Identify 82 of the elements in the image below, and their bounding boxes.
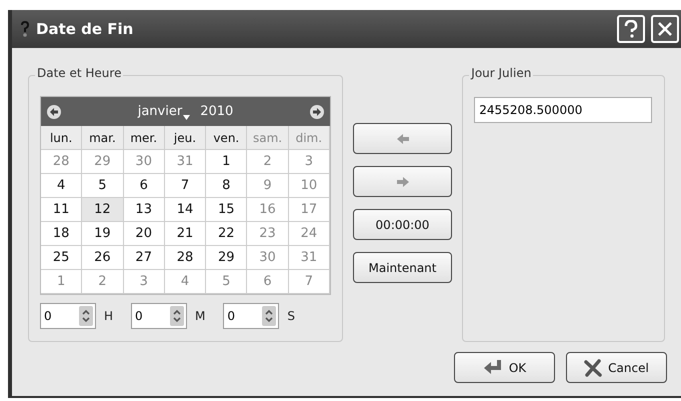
day-cell[interactable]: 28 [164, 246, 206, 270]
question-mark-icon [624, 20, 638, 38]
unit-label: M [195, 308, 206, 325]
day-cell[interactable]: 30 [247, 246, 289, 270]
day-cell[interactable]: 3 [288, 150, 330, 174]
day-cell[interactable]: 20 [124, 222, 165, 246]
day-cell[interactable]: 29 [82, 150, 124, 174]
day-cell[interactable]: 25 [41, 246, 82, 270]
day-cell[interactable]: 30 [124, 150, 165, 174]
julian-day-field[interactable]: 2455208.500000 [474, 97, 652, 123]
left-arrow-button[interactable] [353, 123, 452, 154]
help-icon [20, 20, 30, 38]
year-label[interactable]: 2010 [200, 102, 234, 122]
close-icon [657, 21, 673, 37]
weekday-header: jeu. [164, 126, 206, 150]
day-cell[interactable]: 24 [288, 222, 330, 246]
day-cell[interactable]: 27 [124, 246, 165, 270]
spin-box[interactable]: 0 [131, 303, 188, 329]
day-cell[interactable]: 6 [124, 174, 165, 198]
day-cell[interactable]: 26 [82, 246, 124, 270]
day-cell[interactable]: 3 [124, 270, 165, 294]
spin-arrows-icon[interactable] [262, 306, 276, 326]
day-cell[interactable]: 21 [164, 222, 206, 246]
weekday-header: mer. [124, 126, 165, 150]
spin-arrows-icon[interactable] [79, 306, 93, 326]
group-label: Jour Julien [469, 67, 534, 79]
day-cell[interactable]: 5 [206, 270, 248, 294]
day-cell[interactable]: 8 [206, 174, 248, 198]
day-cell[interactable]: 14 [164, 198, 206, 222]
spin-arrows-icon[interactable] [170, 306, 184, 326]
spin-box[interactable]: 0 [40, 303, 96, 329]
day-cell[interactable]: 12 [82, 198, 124, 222]
day-cell[interactable]: 31 [164, 150, 206, 174]
cross-icon [584, 358, 602, 376]
unit-label: H [104, 308, 114, 325]
weekday-header: sam. [247, 126, 289, 150]
cancel-button[interactable]: Cancel [566, 352, 667, 383]
day-cell[interactable]: 11 [41, 198, 82, 222]
close-button[interactable] [651, 15, 679, 43]
day-cell[interactable]: 7 [164, 174, 206, 198]
left-arrow-icon [396, 132, 410, 144]
caret-icon [183, 115, 190, 120]
day-cell[interactable]: 29 [206, 246, 248, 270]
help-button[interactable] [617, 15, 645, 43]
spin-box[interactable]: 0 [223, 303, 280, 329]
weekday-header: dim. [288, 126, 330, 150]
day-cell[interactable]: 23 [247, 222, 289, 246]
day-cell[interactable]: 6 [247, 270, 289, 294]
day-cell[interactable]: 4 [164, 270, 206, 294]
day-cell[interactable]: 5 [82, 174, 124, 198]
day-cell[interactable]: 2 [247, 150, 289, 174]
day-cell[interactable]: 1 [41, 270, 82, 294]
day-cell[interactable]: 10 [288, 174, 330, 198]
day-cell[interactable]: 19 [82, 222, 124, 246]
day-cell[interactable]: 18 [41, 222, 82, 246]
ok-button[interactable]: OK [454, 352, 555, 383]
window-title: Date de Fin [36, 18, 134, 40]
day-cell[interactable]: 2 [82, 270, 124, 294]
enter-arrow-icon [482, 358, 503, 376]
month-dropdown[interactable]: janvier [138, 102, 190, 122]
previous-month-button[interactable] [47, 104, 61, 118]
day-cell[interactable]: 9 [247, 174, 289, 198]
day-cell[interactable]: 13 [124, 198, 165, 222]
day-cell[interactable]: 16 [247, 198, 289, 222]
weekday-header: ven. [206, 126, 248, 150]
next-month-button[interactable] [310, 104, 324, 118]
day-cell[interactable]: 4 [41, 174, 82, 198]
weekday-header: mar. [82, 126, 124, 150]
unit-label: S [287, 308, 296, 325]
right-arrow-button[interactable] [353, 166, 452, 197]
action-button[interactable]: 00:00:00 [353, 209, 452, 240]
day-cell[interactable]: 17 [288, 198, 330, 222]
action-button[interactable]: Maintenant [353, 252, 452, 283]
right-arrow-icon [396, 176, 410, 188]
day-cell[interactable]: 31 [288, 246, 330, 270]
day-cell[interactable]: 28 [41, 150, 82, 174]
day-cell[interactable]: 15 [206, 198, 248, 222]
day-cell[interactable]: 7 [288, 270, 330, 294]
day-cell[interactable]: 22 [206, 222, 248, 246]
weekday-header: lun. [41, 126, 82, 150]
group-label: Date et Heure [35, 67, 124, 79]
day-cell[interactable]: 1 [206, 150, 248, 174]
